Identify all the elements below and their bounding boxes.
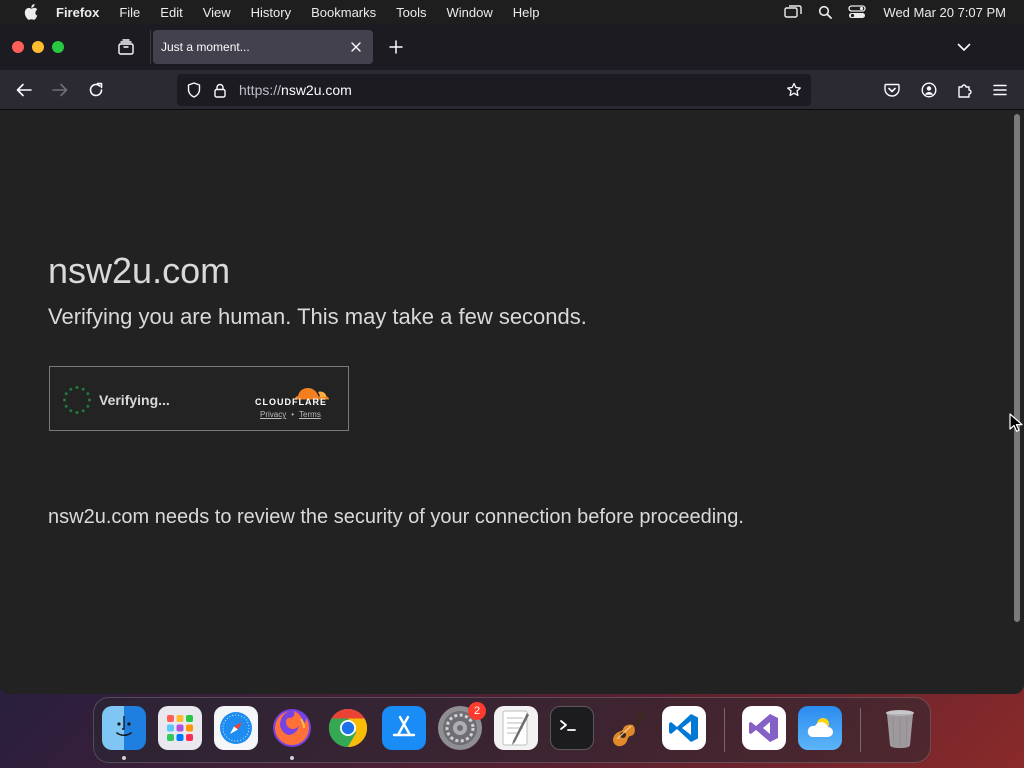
garageband-icon[interactable] (606, 706, 650, 750)
new-tab-plus-icon[interactable] (386, 37, 406, 57)
forward-arrow-icon[interactable] (48, 78, 72, 102)
close-window-button[interactable] (12, 41, 24, 53)
menu-bar-clock[interactable]: Wed Mar 20 7:07 PM (875, 5, 1014, 20)
weather-icon[interactable] (798, 706, 842, 750)
settings-notification-badge: 2 (468, 702, 486, 720)
url-host: nsw2u.com (281, 82, 352, 98)
window-controls (12, 41, 64, 53)
url-text[interactable]: https://nsw2u.com (239, 82, 352, 98)
url-protocol: https:// (239, 82, 282, 98)
app-store-icon[interactable] (382, 706, 426, 750)
visual-studio-icon[interactable] (742, 706, 786, 750)
privacy-link[interactable]: Privacy (260, 410, 286, 419)
dock-separator (724, 708, 725, 752)
web-page-content: nsw2u.com Verifying you are human. This … (0, 110, 1010, 694)
firefox-window: Just a moment... https://nsw2u.com nsw2u… (0, 24, 1024, 694)
firefox-running-indicator (290, 756, 294, 760)
tab-active[interactable]: Just a moment... (153, 30, 373, 64)
secure-lock-icon[interactable] (209, 79, 231, 101)
scrollbar-thumb[interactable] (1014, 114, 1020, 622)
cloudflare-brand-text: CLOUDFLARE (255, 397, 327, 407)
pocket-icon[interactable] (880, 78, 904, 102)
terms-link[interactable]: Terms (299, 410, 321, 419)
menu-bookmarks[interactable]: Bookmarks (301, 0, 386, 24)
page-site-title: nsw2u.com (48, 250, 231, 291)
cloudflare-challenge-widget[interactable]: Verifying... CLOUDFLARE Privacy • Terms (49, 366, 349, 431)
macos-dock: 2 (93, 697, 931, 763)
widget-status-text: Verifying... (99, 392, 170, 408)
security-review-message: nsw2u.com needs to review the security o… (48, 506, 744, 528)
widget-footer-links: Privacy • Terms (260, 410, 321, 419)
minimize-window-button[interactable] (32, 41, 44, 53)
menu-app-firefox[interactable]: Firefox (46, 0, 109, 24)
tab-close-icon[interactable] (347, 38, 365, 56)
loading-spinner-icon (63, 386, 91, 414)
list-all-tabs-chevron-icon[interactable] (954, 37, 974, 57)
link-separator: • (291, 410, 295, 419)
chrome-icon[interactable] (326, 706, 370, 750)
safari-icon[interactable] (214, 706, 258, 750)
navigation-toolbar: https://nsw2u.com (0, 70, 1024, 110)
trash-icon[interactable] (878, 706, 922, 750)
back-arrow-icon[interactable] (12, 78, 36, 102)
vertical-scrollbar[interactable] (1010, 110, 1024, 694)
menu-tools[interactable]: Tools (386, 0, 436, 24)
control-center-icon[interactable] (843, 0, 871, 24)
dock-separator-trash (860, 708, 861, 752)
launchpad-icon[interactable] (158, 706, 202, 750)
finder-running-indicator (122, 756, 126, 760)
textedit-icon[interactable] (494, 706, 538, 750)
tab-bar: Just a moment... (0, 24, 1024, 70)
fullscreen-window-button[interactable] (52, 41, 64, 53)
spotlight-search-icon[interactable] (811, 0, 839, 24)
finder-icon[interactable] (102, 706, 146, 750)
firefox-icon[interactable] (270, 706, 314, 750)
apple-menu-icon[interactable] (16, 4, 46, 20)
mouse-pointer-icon (1009, 413, 1023, 432)
extensions-puzzle-icon[interactable] (953, 78, 977, 102)
firefox-view-icon[interactable] (116, 38, 136, 56)
menu-history[interactable]: History (241, 0, 301, 24)
address-bar[interactable]: https://nsw2u.com (177, 74, 811, 106)
menu-file[interactable]: File (109, 0, 150, 24)
menu-view[interactable]: View (193, 0, 241, 24)
tab-title: Just a moment... (161, 40, 250, 54)
account-icon[interactable] (917, 78, 941, 102)
reload-icon[interactable] (84, 78, 108, 102)
verifying-human-message: Verifying you are human. This may take a… (48, 304, 587, 329)
menu-window[interactable]: Window (437, 0, 503, 24)
hamburger-menu-icon[interactable] (988, 78, 1012, 102)
menu-help[interactable]: Help (503, 0, 550, 24)
screen-mirroring-icon[interactable] (779, 0, 807, 24)
terminal-icon[interactable] (550, 706, 594, 750)
tracking-protection-shield-icon[interactable] (183, 79, 205, 101)
menu-edit[interactable]: Edit (150, 0, 192, 24)
bookmark-star-icon[interactable] (783, 79, 805, 101)
vscode-icon[interactable] (662, 706, 706, 750)
tab-separator (150, 30, 151, 64)
menu-bar: Firefox File Edit View History Bookmarks… (0, 0, 1024, 24)
